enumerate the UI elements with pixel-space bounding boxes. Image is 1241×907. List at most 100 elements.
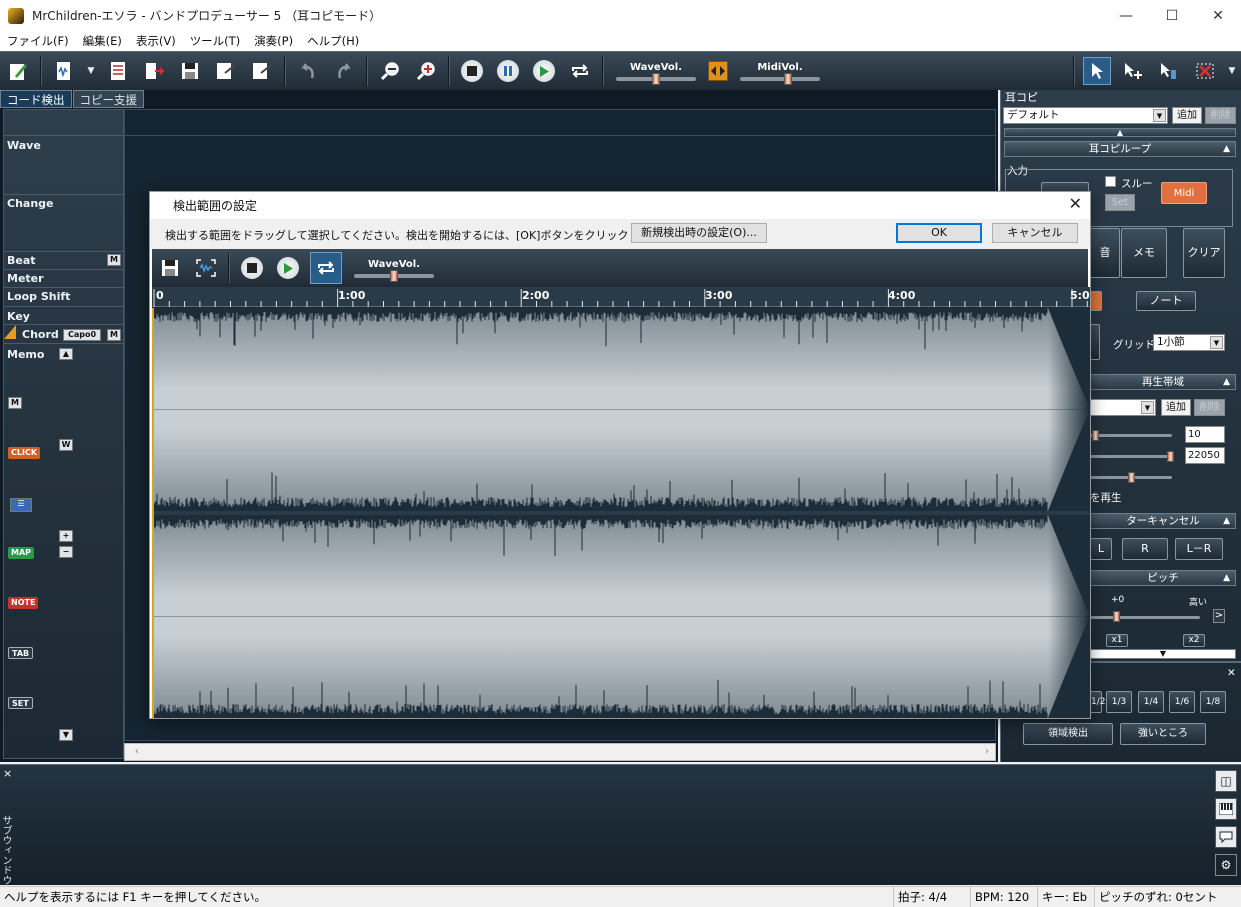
select-all-icon[interactable] (192, 254, 220, 282)
memo-down-icon[interactable]: ▼ (59, 729, 73, 741)
close-button[interactable]: ✕ (1195, 0, 1241, 31)
playband-collapse-icon[interactable]: ▲ (1223, 375, 1230, 389)
region-detect-button[interactable]: 領域検出 (1023, 723, 1113, 745)
band-dropdown-icon[interactable]: ▼ (1141, 401, 1154, 414)
menu-view[interactable]: 表示(V) (129, 33, 183, 49)
tab-copy-support[interactable]: コピー支援 (72, 90, 144, 108)
loop-collapse-icon[interactable]: ▲ (1223, 142, 1230, 156)
save-export-icon[interactable] (248, 57, 276, 85)
pitch-collapse-icon[interactable]: ▲ (1223, 571, 1230, 585)
speed-third-button[interactable]: 1/3 (1106, 691, 1132, 713)
dialog-wave-volume-thumb[interactable] (390, 269, 398, 282)
play-button[interactable] (533, 60, 555, 82)
lr-channel-button[interactable]: L－R (1175, 538, 1223, 560)
band-high-slider[interactable] (1090, 455, 1172, 458)
memo-button[interactable]: メモ (1121, 228, 1167, 278)
save-icon[interactable] (176, 57, 204, 85)
preset-delete-button[interactable]: 削除 (1205, 107, 1236, 124)
beat-mute-button[interactable]: M (107, 254, 121, 266)
dropdown-arrow-icon[interactable]: ▼ (86, 57, 96, 85)
tab-chord-detect[interactable]: コード検出 (0, 90, 72, 108)
center-cancel-section-header[interactable]: ターキャンセル ▲ (1090, 513, 1236, 529)
band-preset-select[interactable]: ▼ (1090, 399, 1156, 416)
pitch-thumb[interactable] (1113, 611, 1120, 622)
preset-add-button[interactable]: 追加 (1172, 107, 1202, 124)
redo-icon[interactable] (330, 57, 358, 85)
playhead-marker[interactable] (152, 308, 154, 718)
set-button-disabled[interactable]: Set (1105, 194, 1135, 211)
wave-volume-thumb[interactable] (652, 72, 660, 85)
thru-checkbox[interactable] (1105, 176, 1116, 187)
memo-m-button[interactable]: M (8, 397, 22, 409)
dialog-loop-icon[interactable] (310, 252, 342, 284)
memo-plus-icon[interactable]: + (59, 530, 73, 542)
track-ruler[interactable] (125, 110, 995, 136)
preset-select[interactable]: デフォルト ▼ (1003, 107, 1168, 124)
strong-part-button[interactable]: 強いところ (1120, 723, 1206, 745)
pause-button[interactable] (497, 60, 519, 82)
grid-dropdown-icon[interactable]: ▼ (1210, 336, 1223, 349)
record-button[interactable]: 音 (1090, 228, 1120, 278)
add-tool-icon[interactable] (1119, 57, 1147, 85)
speed-eighth-button[interactable]: 1/8 (1200, 691, 1226, 713)
tab-button[interactable]: TAB (8, 647, 34, 659)
waveform-channel-left[interactable] (152, 308, 1090, 511)
piano-icon[interactable] (1215, 798, 1237, 820)
speed-x1-button[interactable]: x1 (1106, 634, 1128, 647)
band-add-button[interactable]: 追加 (1161, 399, 1191, 416)
loop-icon[interactable] (566, 57, 594, 85)
horizontal-scrollbar[interactable]: ‹ › (124, 743, 996, 761)
midi-volume-slider[interactable] (740, 72, 820, 85)
loop-section-header[interactable]: 耳コピループ ▲ (1004, 141, 1236, 157)
memo-minus-icon[interactable]: − (59, 546, 73, 558)
speed-quarter-button[interactable]: 1/4 (1138, 691, 1164, 713)
detect-settings-button[interactable]: 新規検出時の設定(O)... (631, 223, 767, 243)
left-channel-button[interactable]: L (1090, 538, 1112, 560)
panel-close-icon[interactable]: ✕ (1227, 667, 1236, 679)
comment-icon[interactable] (1215, 826, 1237, 848)
band-low-thumb[interactable] (1092, 430, 1099, 441)
mode-toggle-button[interactable] (1090, 291, 1102, 311)
dialog-close-icon[interactable]: ✕ (1069, 194, 1082, 213)
preset-dropdown-icon[interactable]: ▼ (1153, 109, 1166, 122)
undo-icon[interactable] (294, 57, 322, 85)
clear-button[interactable]: クリア (1183, 228, 1225, 278)
scroll-right-icon[interactable]: › (985, 746, 989, 757)
ok-button[interactable]: OK (896, 223, 982, 243)
zoom-in-icon[interactable] (412, 57, 440, 85)
menu-play[interactable]: 演奏(P) (247, 33, 300, 49)
midi-button[interactable]: Midi (1161, 182, 1207, 204)
gear-icon[interactable]: ⚙ (1215, 854, 1237, 876)
select-tool-icon[interactable] (1083, 57, 1111, 85)
wave-volume-slider[interactable] (616, 72, 696, 85)
stop-button[interactable] (461, 60, 483, 82)
band-high-thumb[interactable] (1167, 451, 1174, 462)
maximize-button[interactable]: ☐ (1149, 0, 1195, 31)
speed-x2-button[interactable]: x2 (1183, 634, 1205, 647)
menu-edit[interactable]: 編集(E) (76, 33, 129, 49)
pen-tool-icon[interactable] (1155, 57, 1183, 85)
edit-sheet-icon[interactable] (4, 57, 32, 85)
list-icon[interactable]: ☰ (10, 498, 32, 512)
pitch-up-icon[interactable]: > (1213, 609, 1225, 623)
note-button-panel[interactable]: ノート (1136, 291, 1196, 311)
midi-volume-thumb[interactable] (784, 72, 792, 85)
dialog-save-icon[interactable] (156, 254, 184, 282)
expand-down-icon[interactable]: ▼ (1090, 649, 1236, 659)
playband-section-header[interactable]: 再生帯域 ▲ (1090, 374, 1236, 390)
collapse-up-icon[interactable]: ▲ (1004, 128, 1236, 137)
zoom-out-icon[interactable] (376, 57, 404, 85)
minimize-button[interactable]: — (1103, 0, 1149, 31)
click-button[interactable]: CLICK (8, 447, 41, 459)
center-cancel-collapse-icon[interactable]: ▲ (1223, 514, 1230, 528)
dialog-stop-button[interactable] (241, 257, 263, 279)
sub-window-close-icon[interactable]: × (3, 767, 12, 780)
dialog-play-button[interactable] (277, 257, 299, 279)
speed-half-button[interactable]: 1/2 (1090, 691, 1105, 713)
layout-icon[interactable]: ◫ (1215, 770, 1237, 792)
right-channel-button[interactable]: R (1122, 538, 1168, 560)
band-high-input[interactable]: 22050 (1185, 447, 1225, 464)
note-button[interactable]: NOTE (8, 597, 39, 609)
band-low-slider[interactable] (1090, 434, 1172, 437)
save-as-icon[interactable] (212, 57, 240, 85)
